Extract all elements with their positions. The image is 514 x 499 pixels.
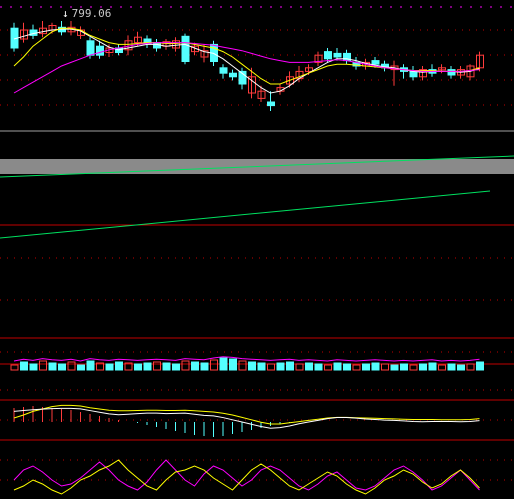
volume-bar [134, 363, 142, 371]
volume-bar [324, 364, 332, 371]
volume-ma-line [13, 356, 480, 362]
volume-bar [200, 362, 209, 371]
trend-line-upper [0, 155, 514, 178]
candle-body [447, 69, 456, 76]
candle-body [229, 72, 237, 78]
volume-bar [67, 361, 76, 371]
candle-body [333, 52, 342, 58]
volume-bar [438, 364, 446, 371]
volume-bar [219, 357, 228, 371]
volume-bar [172, 363, 180, 371]
volume-bar [77, 364, 85, 371]
volume-bar [400, 363, 408, 371]
volume-bar [409, 364, 418, 371]
candle-body [86, 40, 95, 56]
volume-bar [238, 360, 247, 371]
volume-bar [48, 362, 57, 371]
chart-canvas[interactable] [0, 0, 514, 499]
volume-bar [267, 363, 275, 371]
volume-bar [105, 363, 114, 371]
candle-body [324, 51, 332, 60]
candle-body [371, 60, 380, 65]
volume-bar [381, 363, 389, 371]
volume-bar [58, 363, 66, 371]
volume-bar [343, 363, 351, 371]
volume-bar [476, 361, 484, 371]
volume-bar [153, 361, 161, 371]
volume-bar [143, 362, 152, 371]
ma-short-line [13, 28, 480, 94]
volume-bar [457, 364, 465, 371]
volume-bar [276, 362, 285, 371]
volume-bar [10, 364, 19, 371]
candle-body [181, 35, 190, 62]
chart-stage: ↓ 799.06 [0, 0, 514, 499]
volume-bar [352, 364, 361, 371]
volume-bar [181, 360, 190, 371]
volume-bar [86, 360, 95, 371]
volume-bar [295, 363, 304, 371]
candle-body [267, 101, 275, 107]
volume-bar [162, 362, 171, 371]
volume-bar [428, 362, 437, 371]
volume-bar [305, 362, 313, 371]
volume-bar [447, 363, 456, 371]
volume-bar [390, 364, 399, 371]
volume-bar [257, 362, 266, 371]
candle-body [219, 67, 228, 74]
volume-bar [362, 363, 370, 371]
candle-body [409, 70, 418, 78]
oscillator-line-2 [13, 459, 480, 495]
volume-bar [191, 361, 199, 371]
volume-bar [29, 363, 38, 371]
volume-bar [466, 363, 475, 371]
volume-bar [39, 360, 47, 371]
trend-line-lower [0, 190, 491, 239]
volume-bar [286, 361, 294, 371]
volume-bar [333, 362, 342, 371]
candle-body [96, 45, 104, 56]
volume-bar [248, 361, 256, 371]
volume-bar [371, 362, 380, 371]
volume-bar [210, 359, 218, 371]
volume-bar [20, 361, 28, 371]
volume-bar [314, 363, 323, 371]
volume-bar [115, 361, 123, 371]
volume-bar [419, 363, 427, 371]
volume-bar [229, 358, 237, 371]
